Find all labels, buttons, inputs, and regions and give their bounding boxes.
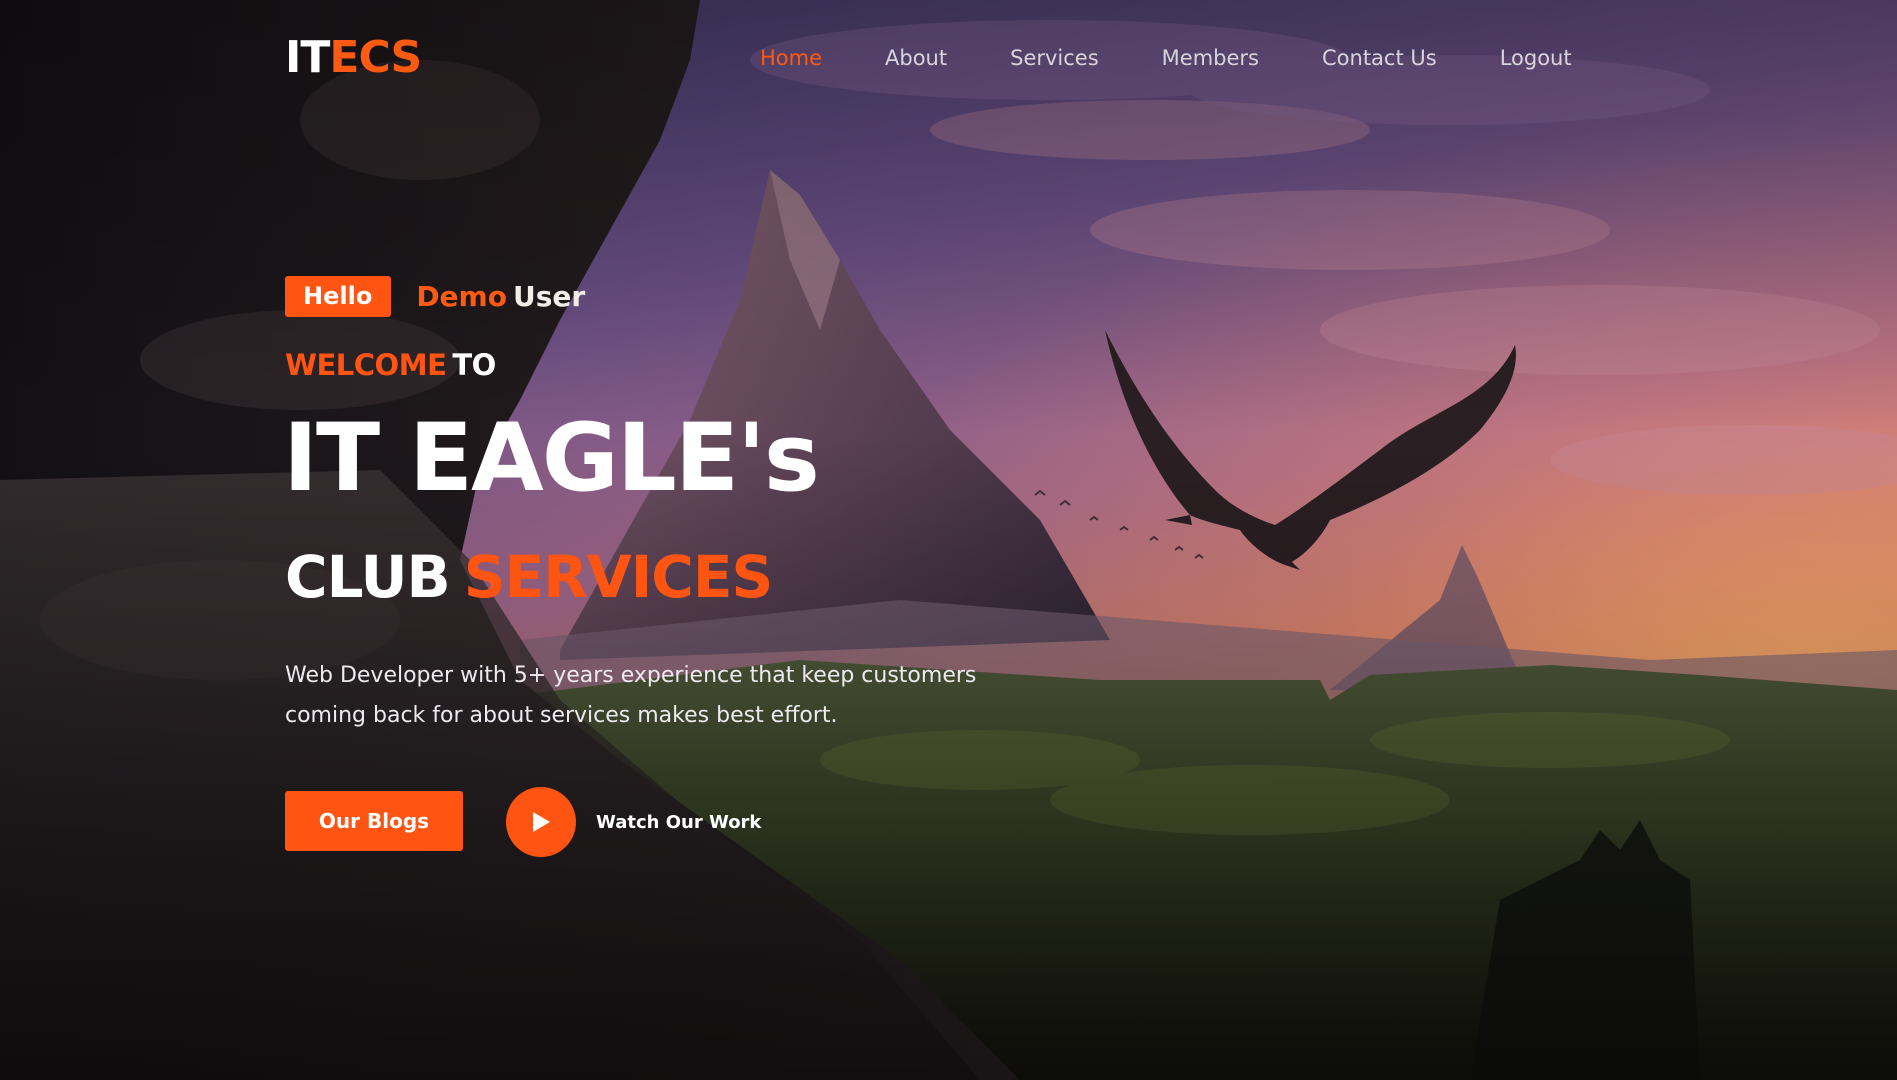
landing-page: ITECS Home About Services Members Contac… [0, 0, 1897, 1080]
user-first-name: Demo [416, 280, 507, 313]
nav-item-contact-us[interactable]: Contact Us [1322, 46, 1437, 70]
user-last-name: User [512, 280, 586, 313]
nav-item-logout[interactable]: Logout [1500, 46, 1572, 70]
to-word: TO [452, 348, 496, 382]
greeting-row: Hello Demo User [285, 276, 585, 317]
sub-headline-services: SERVICES [463, 543, 773, 611]
sub-headline-club: CLUB [285, 543, 451, 611]
hero-headline: IT EAGLE's [283, 404, 820, 513]
logo-part-it: IT [285, 32, 330, 83]
nav-item-about[interactable]: About [885, 46, 947, 70]
logo-part-ecs: ECS [329, 32, 422, 83]
nav-item-home[interactable]: Home [760, 46, 822, 70]
user-name: Demo User [416, 280, 585, 313]
site-logo[interactable]: ITECS [285, 36, 422, 80]
hero-description: Web Developer with 5+ years experience t… [285, 663, 977, 728]
hero-sub-headline: CLUB SERVICES [285, 548, 773, 606]
watch-our-work-label: Watch Our Work [596, 811, 762, 833]
nav-item-services[interactable]: Services [1010, 46, 1099, 70]
play-icon[interactable] [506, 787, 576, 857]
our-blogs-button[interactable]: Our Blogs [285, 791, 463, 851]
welcome-heading: WELCOME TO [285, 348, 496, 382]
welcome-word: WELCOME [285, 348, 447, 382]
hero-background-image [0, 0, 1897, 1080]
watch-our-work-button[interactable]: Watch Our Work [506, 787, 761, 857]
hello-badge: Hello [285, 276, 392, 317]
main-nav: Home About Services Members Contact Us L… [760, 46, 1572, 70]
nav-item-members[interactable]: Members [1162, 46, 1259, 70]
